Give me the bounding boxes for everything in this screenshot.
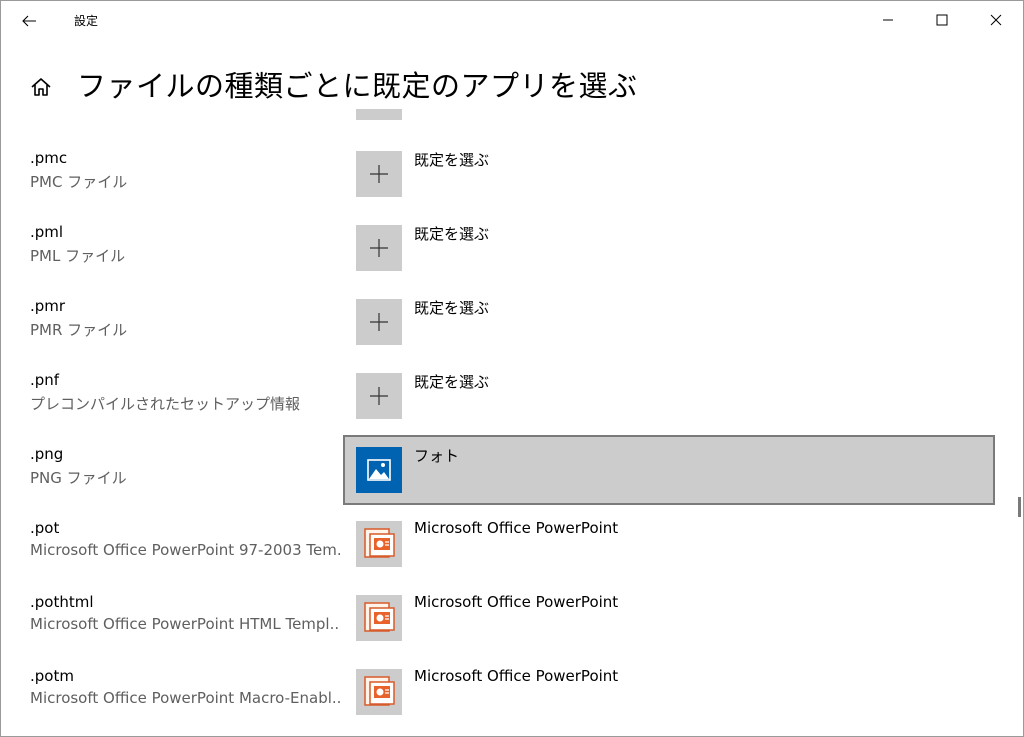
app-tile (356, 595, 402, 641)
file-type-description: プレコンパイルされたセットアップ情報 (30, 395, 301, 413)
close-button[interactable] (973, 1, 1019, 39)
file-type-description: Microsoft Office PowerPoint Macro-Enabl.… (30, 689, 340, 707)
scrollbar-thumb[interactable] (1018, 497, 1021, 517)
minimize-button[interactable] (865, 1, 911, 39)
list-item: .pot Microsoft Office PowerPoint 97-2003… (1, 519, 1011, 593)
app-tile (356, 299, 402, 345)
default-app-button-powerpoint[interactable]: Microsoft Office PowerPoint (343, 657, 995, 727)
file-extension: .pml (30, 223, 64, 241)
file-extension: .pothtml (30, 593, 94, 611)
file-extension: .png (30, 445, 64, 463)
file-extension: .pmr (30, 297, 66, 315)
app-name: フォト (414, 447, 460, 465)
app-tile (356, 521, 402, 567)
plus-icon (370, 165, 388, 183)
file-type-description: PMR ファイル (30, 321, 128, 339)
maximize-icon (936, 14, 948, 26)
file-type-list: .pmc PMC ファイル 既定を選ぶ .pml PML ファイル 既定を選ぶ … (1, 109, 1011, 736)
file-extension: .potm (30, 667, 74, 685)
file-extension: .pot (30, 519, 60, 537)
powerpoint-icon (364, 602, 395, 632)
home-icon[interactable] (29, 75, 53, 99)
plus-icon (370, 239, 388, 257)
page-title: ファイルの種類ごとに既定のアプリを選ぶ (77, 69, 638, 103)
app-tile (356, 373, 402, 419)
app-name: Microsoft Office PowerPoint (414, 667, 619, 685)
list-item: .pnf プレコンパイルされたセットアップ情報 既定を選ぶ (1, 371, 1011, 445)
list-item: .potm Microsoft Office PowerPoint Macro-… (1, 667, 1011, 736)
app-name: 既定を選ぶ (414, 373, 490, 391)
file-type-description: PMC ファイル (30, 173, 128, 191)
app-tile (356, 151, 402, 197)
choose-default-button[interactable]: 既定を選ぶ (343, 213, 995, 283)
close-icon (990, 14, 1002, 26)
file-type-description: PML ファイル (30, 247, 126, 265)
file-extension: .pmc (30, 149, 68, 167)
default-app-button-powerpoint[interactable]: Microsoft Office PowerPoint (343, 583, 995, 653)
app-name: 既定を選ぶ (414, 225, 490, 243)
powerpoint-icon (364, 528, 395, 558)
minimize-icon (883, 19, 893, 21)
app-name: Microsoft Office PowerPoint (414, 519, 619, 537)
file-extension: .pnf (30, 371, 60, 389)
file-type-description: Microsoft Office PowerPoint 97-2003 Tem.… (30, 541, 340, 559)
app-title: 設定 (74, 14, 99, 28)
list-item: .png PNG ファイル フォト (1, 435, 1011, 519)
photos-app-icon (367, 459, 391, 481)
app-name: 既定を選ぶ (414, 299, 490, 317)
list-item: .pmc PMC ファイル 既定を選ぶ (1, 149, 1011, 223)
maximize-button[interactable] (919, 1, 965, 39)
app-name: 既定を選ぶ (414, 151, 490, 169)
default-app-button-powerpoint[interactable]: Microsoft Office PowerPoint (343, 509, 995, 579)
choose-default-button[interactable]: 既定を選ぶ (343, 361, 995, 431)
title-bar: 設定 (1, 1, 1023, 41)
file-type-description: Microsoft Office PowerPoint HTML Templ..… (30, 615, 340, 633)
settings-window: 設定 ファイルの種類ごとに既定のアプリを選ぶ .pmc PMC ファイル 既定を… (0, 0, 1024, 737)
partial-app-tile[interactable] (356, 109, 402, 120)
default-app-button-photos[interactable]: フォト (343, 435, 995, 505)
list-item: .pothtml Microsoft Office PowerPoint HTM… (1, 593, 1011, 667)
file-type-description: PNG ファイル (30, 469, 127, 487)
back-button[interactable] (9, 3, 49, 39)
choose-default-button[interactable]: 既定を選ぶ (343, 287, 995, 357)
app-tile (356, 669, 402, 715)
back-arrow-icon (22, 15, 36, 27)
choose-default-button[interactable]: 既定を選ぶ (343, 139, 995, 209)
plus-icon (370, 313, 388, 331)
app-tile (356, 225, 402, 271)
powerpoint-icon (364, 676, 395, 706)
list-item: .pml PML ファイル 既定を選ぶ (1, 223, 1011, 297)
list-item: .pmr PMR ファイル 既定を選ぶ (1, 297, 1011, 371)
app-name: Microsoft Office PowerPoint (414, 593, 619, 611)
page-header: ファイルの種類ごとに既定のアプリを選ぶ (1, 59, 1023, 109)
plus-icon (370, 387, 388, 405)
app-tile (356, 447, 402, 493)
